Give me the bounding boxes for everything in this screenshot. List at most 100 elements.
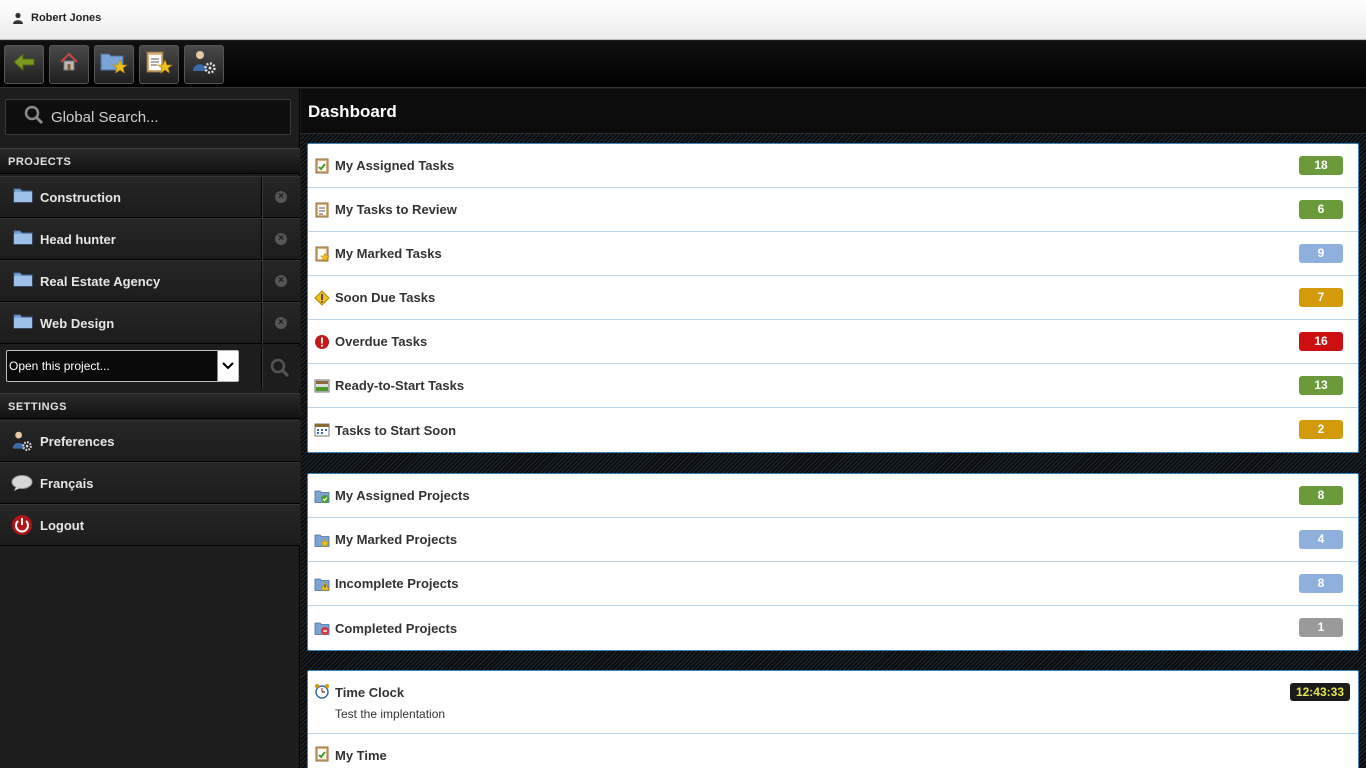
divider: [261, 219, 262, 260]
sidebar-item-logout[interactable]: Logout: [0, 504, 300, 546]
settings-label: Logout: [40, 517, 85, 533]
clipboard-star-icon: [144, 48, 174, 81]
close-icon[interactable]: ×: [275, 275, 287, 287]
row-label: Incomplete Projects: [335, 576, 459, 591]
dashboard-row[interactable]: My Assigned Tasks 18: [308, 144, 1358, 188]
dashboard-row[interactable]: My Marked Tasks 9: [308, 232, 1358, 276]
dashboard-row[interactable]: My Marked Projects 4: [308, 518, 1358, 562]
row-label: My Tasks to Review: [335, 202, 457, 217]
user-bar: Robert Jones: [0, 0, 1366, 40]
row-label: Tasks to Start Soon: [335, 422, 457, 438]
open-project-select[interactable]: Open this project...: [6, 350, 239, 382]
settings-label: Français: [40, 475, 94, 491]
dashboard-row[interactable]: Overdue Tasks 16: [308, 320, 1358, 364]
back-button[interactable]: [4, 45, 44, 84]
task-check-icon: [314, 158, 330, 174]
divider: [261, 177, 262, 218]
count-badge: 9: [1299, 244, 1343, 263]
speech-bubble-icon: [11, 472, 33, 494]
folder-icon: [13, 229, 33, 250]
count-badge: 4: [1299, 530, 1343, 549]
time-card: Time Clock Test the implentation 12:43:3…: [307, 670, 1359, 768]
page-title: Dashboard: [308, 102, 397, 121]
dashboard-row[interactable]: Tasks to Start Soon 2: [308, 408, 1358, 452]
project-done-icon: [314, 620, 330, 636]
divider: [261, 347, 262, 389]
task-star-icon: [314, 246, 330, 262]
folder-star-icon: [99, 48, 129, 81]
count-badge: 6: [1299, 200, 1343, 219]
chevron-down-icon[interactable]: [217, 351, 238, 381]
row-label: My Marked Tasks: [335, 246, 442, 261]
sidebar-item-preferences[interactable]: Preferences: [0, 420, 300, 462]
search-placeholder: Global Search...: [51, 108, 159, 126]
projects-card: My Assigned Projects 8 My Marked Projects 4…: [307, 473, 1359, 651]
row-label: My Marked Projects: [335, 532, 458, 547]
dashboard-row[interactable]: My Assigned Projects 8: [308, 474, 1358, 518]
close-icon[interactable]: ×: [275, 233, 287, 245]
sidebar-project-head-hunter[interactable]: Head hunter ×: [0, 218, 300, 260]
divider: [261, 261, 262, 302]
project-star-icon: [314, 532, 330, 548]
sidebar-project-construction[interactable]: Construction ×: [0, 176, 300, 218]
time-clock-task: Test the implentation: [335, 707, 446, 721]
main-header: Dashboard: [301, 89, 1366, 134]
clipboard-check-icon: [314, 746, 330, 767]
count-badge: 2: [1299, 420, 1343, 439]
count-badge: 18: [1299, 156, 1343, 175]
row-label: Ready-to-Start Tasks: [335, 378, 465, 393]
count-badge: 13: [1299, 376, 1343, 395]
count-badge: 8: [1299, 486, 1343, 505]
open-project-label: Open this project...: [9, 359, 110, 373]
dashboard-row[interactable]: Soon Due Tasks 7: [308, 276, 1358, 320]
dashboard-row[interactable]: Completed Projects 1: [308, 606, 1358, 650]
row-label: My Assigned Projects: [335, 488, 470, 503]
user-gear-icon: [191, 49, 217, 80]
divider: [261, 303, 262, 344]
my-time-row[interactable]: My Time: [308, 734, 1358, 768]
time-clock-label: Time Clock: [335, 685, 405, 700]
main-content: Dashboard My Assigned Tasks 18 My Tasks to…: [301, 89, 1366, 768]
sidebar: Global Search... PROJECTS Construction ×…: [0, 89, 300, 768]
project-warning-icon: [314, 576, 330, 592]
home-icon: [59, 52, 79, 77]
sidebar-project-web-design[interactable]: Web Design ×: [0, 302, 300, 344]
marked-projects-button[interactable]: [94, 45, 134, 84]
sidebar-project-real-estate[interactable]: Real Estate Agency ×: [0, 260, 300, 302]
sidebar-item-language[interactable]: Français: [0, 462, 300, 504]
my-time-label: My Time: [335, 748, 387, 763]
alarm-clock-icon: [314, 683, 330, 704]
count-badge: 1: [1299, 618, 1343, 637]
tasks-card: My Assigned Tasks 18 My Tasks to Review 6 My…: [307, 143, 1359, 453]
user-gear-icon: [11, 430, 33, 452]
time-clock-display: 12:43:33: [1289, 683, 1350, 701]
global-search-input[interactable]: Global Search...: [5, 99, 291, 135]
task-review-icon: [314, 202, 330, 218]
projects-heading: PROJECTS: [0, 148, 300, 174]
user-info[interactable]: Robert Jones: [12, 12, 101, 24]
row-label: Overdue Tasks: [335, 334, 428, 349]
search-icon[interactable]: [270, 358, 290, 383]
folder-icon: [13, 313, 33, 334]
preferences-button[interactable]: [184, 45, 224, 84]
dashboard-row[interactable]: Incomplete Projects 8: [308, 562, 1358, 606]
user-icon: [12, 12, 24, 24]
error-icon: [314, 334, 330, 350]
power-icon: [11, 514, 33, 536]
time-clock-row[interactable]: Time Clock Test the implentation 12:43:3…: [308, 671, 1358, 734]
settings-heading: SETTINGS: [0, 393, 300, 419]
warning-icon: [314, 289, 330, 306]
folder-icon: [13, 187, 33, 208]
row-label: Completed Projects: [335, 620, 458, 636]
row-label: Soon Due Tasks: [335, 290, 436, 305]
project-check-icon: [314, 488, 330, 504]
back-arrow-icon: [13, 52, 35, 76]
toolbar: [0, 41, 1366, 88]
home-button[interactable]: [49, 45, 89, 84]
dashboard-row[interactable]: My Tasks to Review 6: [308, 188, 1358, 232]
marked-tasks-button[interactable]: [139, 45, 179, 84]
dashboard-row[interactable]: Ready-to-Start Tasks 13: [308, 364, 1358, 408]
close-icon[interactable]: ×: [275, 317, 287, 329]
task-calendar-icon: [314, 422, 330, 438]
close-icon[interactable]: ×: [275, 191, 287, 203]
